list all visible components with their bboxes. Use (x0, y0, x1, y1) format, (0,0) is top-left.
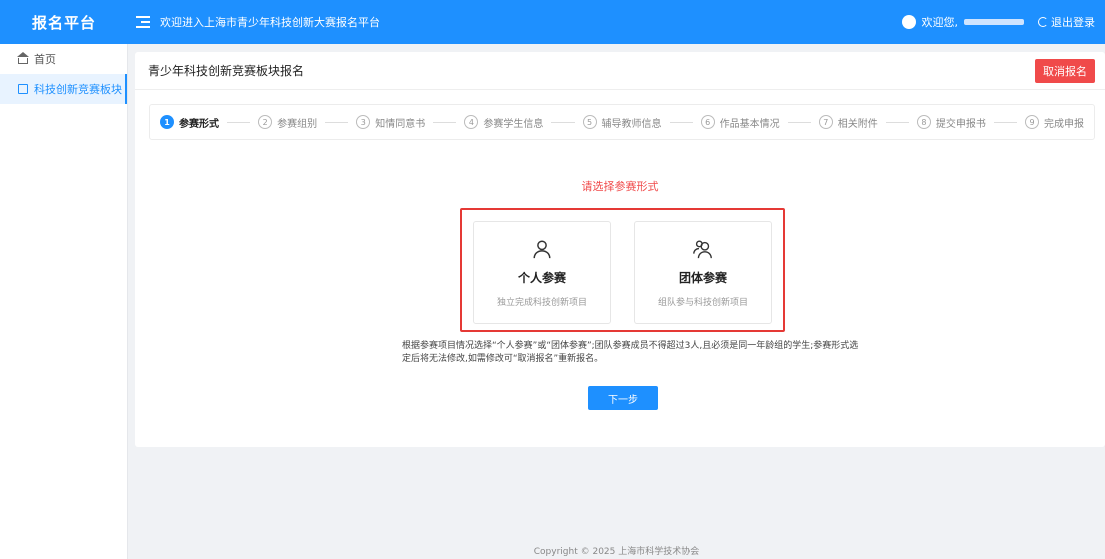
step-divider (885, 121, 909, 123)
sidebar-item-label: 首页 (34, 53, 56, 66)
step-submit[interactable]: 8 提交申报书 (916, 115, 986, 130)
registration-panel: 青少年科技创新竞赛板块报名 取消报名 1 参赛形式 2 参赛组别 3 知情同意书… (135, 52, 1105, 447)
step-complete[interactable]: 9 完成申报 (1025, 115, 1084, 130)
step-divider (787, 121, 811, 123)
step-divider (227, 121, 251, 123)
brand-title: 报名平台 (31, 13, 96, 32)
footer-copyright: Copyright © 2025 上海市科学技术协会 (533, 547, 700, 557)
step-group[interactable]: 2 参赛组别 (258, 115, 317, 130)
logout-label: 退出登录 (1051, 16, 1095, 29)
step-number: 2 (258, 115, 273, 129)
card-title: 个人参赛 (517, 271, 566, 285)
step-label: 辅导教师信息 (601, 118, 662, 130)
step-label: 知情同意书 (375, 118, 426, 130)
step-label: 完成申报 (1044, 118, 1084, 130)
team-entry-card[interactable]: 团体参赛 组队参与科技创新项目 (634, 221, 772, 324)
personal-entry-card[interactable]: 个人参赛 独立完成科技创新项目 (473, 221, 611, 324)
step-attachments[interactable]: 7 相关附件 (818, 115, 878, 130)
step-label: 参赛学生信息 (483, 118, 544, 130)
card-title: 团体参赛 (678, 271, 727, 285)
panel-header: 青少年科技创新竞赛板块报名 取消报名 (135, 52, 1105, 90)
step-number: 6 (700, 115, 715, 129)
participation-options: 个人参赛 独立完成科技创新项目 团体参赛 组队参与科技创新项目 (460, 208, 785, 332)
step-number: 3 (356, 115, 371, 129)
menu-collapse-icon[interactable] (136, 16, 150, 28)
user-name-redacted (964, 19, 1024, 25)
sidebar-item-tech-competition[interactable]: 科技创新竞赛板块 (0, 74, 127, 104)
step-label: 参赛组别 (277, 118, 318, 130)
team-icon (693, 240, 712, 259)
selection-prompt: 请选择参赛形式 (581, 180, 659, 193)
step-teacher-info[interactable]: 5 辅导教师信息 (582, 115, 662, 130)
sidebar-item-label: 科技创新竞赛板块 (34, 83, 122, 96)
step-student-info[interactable]: 4 参赛学生信息 (464, 115, 543, 130)
step-divider (325, 121, 349, 123)
step-divider (669, 121, 693, 123)
step-number: 9 (1025, 115, 1039, 129)
step-number: 4 (464, 115, 479, 129)
step-label: 提交申报书 (935, 118, 986, 130)
step-divider (551, 121, 575, 123)
step-divider (433, 121, 457, 123)
home-icon (17, 52, 29, 64)
sidebar: 首页 科技创新竞赛板块 (0, 44, 128, 559)
participation-note: 根据参赛项目情况选择“个人参赛”或“团体参赛”;团队参赛成员不得超过3人,且必须… (402, 341, 859, 364)
step-project-info[interactable]: 6 作品基本情况 (700, 115, 780, 130)
step-label: 相关附件 (837, 118, 878, 130)
step-participation-form[interactable]: 1 参赛形式 (160, 115, 219, 130)
welcome-text: 欢迎进入上海市青少年科技创新大赛报名平台 (160, 16, 380, 29)
logout-button[interactable]: 退出登录 (1038, 14, 1095, 30)
avatar[interactable] (901, 15, 916, 29)
user-greeting: 欢迎您, (921, 16, 959, 29)
step-number: 1 (160, 115, 174, 129)
cancel-registration-button[interactable]: 取消报名 (1035, 58, 1095, 83)
next-step-button[interactable]: 下一步 (588, 386, 658, 410)
step-label: 作品基本情况 (719, 118, 780, 130)
steps-bar: 1 参赛形式 2 参赛组别 3 知情同意书 4 参赛学生信息 5 辅导教师信息 … (149, 104, 1095, 140)
sidebar-item-home[interactable]: 首页 (0, 44, 127, 74)
step-number: 8 (916, 115, 931, 129)
card-description: 组队参与科技创新项目 (657, 298, 748, 308)
document-icon (18, 84, 28, 94)
step-number: 5 (582, 115, 597, 129)
step-label: 参赛形式 (179, 118, 219, 130)
step-divider (993, 121, 1017, 123)
card-description: 独立完成科技创新项目 (496, 298, 587, 308)
person-icon (533, 240, 551, 259)
logout-icon (1038, 17, 1048, 27)
page-title: 青少年科技创新竞赛板块报名 (148, 64, 305, 78)
step-consent[interactable]: 3 知情同意书 (356, 115, 425, 130)
top-bar: 报名平台 欢迎进入上海市青少年科技创新大赛报名平台 欢迎您, 退出登录 (0, 0, 1105, 44)
step-number: 7 (818, 115, 833, 129)
